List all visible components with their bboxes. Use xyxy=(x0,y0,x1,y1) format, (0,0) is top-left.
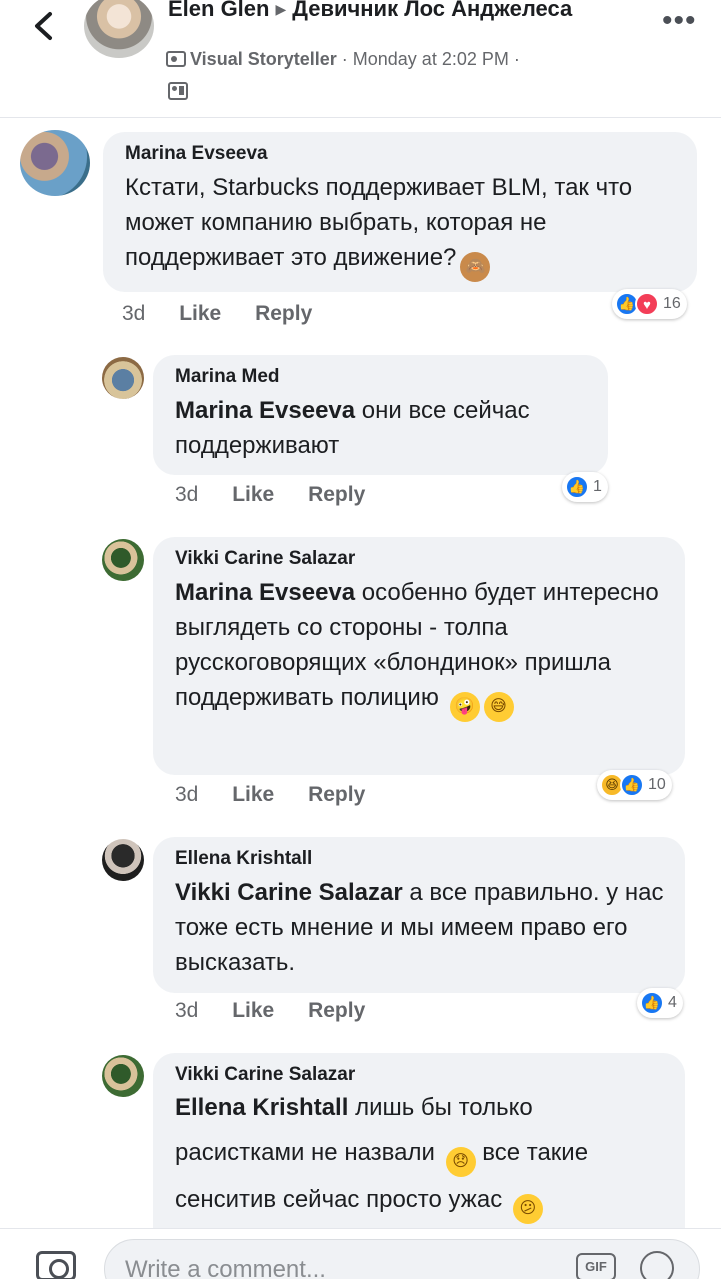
comment-author[interactable]: Ellena Krishtall xyxy=(175,847,665,871)
avatar[interactable] xyxy=(102,539,144,581)
avatar[interactable] xyxy=(102,1055,144,1097)
comment-actions: 3d Like Reply xyxy=(175,483,393,507)
author-avatar[interactable] xyxy=(84,0,154,58)
see-no-evil-monkey-icon: 🙈 xyxy=(460,252,491,282)
reaction-summary[interactable]: 👍 1 xyxy=(562,472,608,502)
comment-time[interactable]: 3d xyxy=(175,483,198,506)
reaction-summary[interactable]: 😆 👍 10 xyxy=(597,770,672,800)
more-options-icon[interactable]: ••• xyxy=(662,6,697,36)
comment-author[interactable]: Vikki Carine Salazar xyxy=(175,547,665,571)
grinning-sweat-icon: 😅 xyxy=(483,692,514,722)
avatar[interactable] xyxy=(20,130,90,196)
comment-bubble: Ellena Krishtall Vikki Carine Salazar а … xyxy=(153,837,685,993)
group-name[interactable]: Девичник Лос Анджелеса xyxy=(292,0,572,21)
avatar[interactable] xyxy=(102,357,144,399)
comment-bubble: Marina Med Marina Evseeva они все сейчас… xyxy=(153,355,608,475)
comment-author[interactable]: Marina Evseeva xyxy=(125,142,677,166)
disappointed-face-icon: 😞 xyxy=(445,1147,476,1177)
triangle-arrow-icon: ▶ xyxy=(275,1,287,17)
back-arrow-icon[interactable] xyxy=(28,8,58,44)
comment-text: Marina Evseeva они все сейчас поддержива… xyxy=(175,393,588,463)
zany-face-icon: 🤪 xyxy=(449,692,480,722)
comment-input-placeholder: Write a comment... xyxy=(125,1256,326,1279)
mention-link[interactable]: Marina Evseeva xyxy=(175,397,355,424)
like-button[interactable]: Like xyxy=(232,999,274,1022)
emoji-icon[interactable] xyxy=(640,1251,674,1279)
comment-actions: 3d Like Reply xyxy=(122,302,340,326)
confused-face-icon: 😕 xyxy=(512,1194,543,1224)
reply-button[interactable]: Reply xyxy=(308,783,365,806)
like-button[interactable]: Like xyxy=(232,783,274,806)
mention-link[interactable]: Vikki Carine Salazar xyxy=(175,879,403,906)
reaction-summary[interactable]: 👍 ♥ 16 xyxy=(612,289,687,319)
post-time[interactable]: Monday at 2:02 PM xyxy=(353,49,509,69)
comment-time[interactable]: 3d xyxy=(175,999,198,1022)
comment-time[interactable]: 3d xyxy=(175,783,198,806)
camera-icon[interactable] xyxy=(36,1251,76,1279)
mention-link[interactable]: Ellena Krishtall xyxy=(175,1094,348,1121)
like-reaction-icon: 👍 xyxy=(565,475,589,499)
comment-bubble: Marina Evseeva Кстати, Starbucks поддерж… xyxy=(103,132,697,292)
visual-storyteller-icon xyxy=(166,51,186,67)
comment-bubble: Vikki Carine Salazar Marina Evseeva особ… xyxy=(153,537,685,775)
comment-text: Marina Evseeva особенно будет интересно … xyxy=(175,575,665,722)
reaction-count: 1 xyxy=(593,478,602,495)
avatar[interactable] xyxy=(102,839,144,881)
reply-button[interactable]: Reply xyxy=(308,999,365,1022)
comment-body: Кстати, Starbucks поддерживает BLM, так … xyxy=(125,174,633,271)
meta-separator: · xyxy=(341,49,348,69)
comment-actions: 3d Like Reply xyxy=(175,999,393,1023)
comment-time[interactable]: 3d xyxy=(122,302,145,325)
mention-link[interactable]: Marina Evseeva xyxy=(175,579,355,606)
post-author[interactable]: Elen Glen xyxy=(168,0,269,21)
comment-author[interactable]: Vikki Carine Salazar xyxy=(175,1063,665,1087)
group-privacy-icon xyxy=(168,82,188,100)
comment-bubble: Vikki Carine Salazar Ellena Krishtall ли… xyxy=(153,1053,685,1228)
reply-button[interactable]: Reply xyxy=(255,302,312,325)
comment-text: Кстати, Starbucks поддерживает BLM, так … xyxy=(125,170,677,282)
post-header: Elen Glen ▶ Девичник Лос Анджелеса Visual … xyxy=(0,0,721,118)
meta-separator: · xyxy=(513,49,520,69)
like-button[interactable]: Like xyxy=(179,302,221,325)
post-title: Elen Glen ▶ Девичник Лос Анджелеса xyxy=(168,0,638,24)
reaction-count: 4 xyxy=(668,994,677,1011)
reaction-summary[interactable]: 👍 4 xyxy=(637,988,683,1018)
gif-icon[interactable]: GIF xyxy=(576,1253,616,1279)
like-reaction-icon: 👍 xyxy=(620,773,644,797)
comment-text: Ellena Krishtall лишь бы только расистка… xyxy=(175,1085,665,1224)
love-reaction-icon: ♥ xyxy=(635,292,659,316)
comment-composer: Write a comment... GIF xyxy=(0,1228,721,1279)
like-reaction-icon: 👍 xyxy=(640,991,664,1015)
comment-author[interactable]: Marina Med xyxy=(175,365,588,389)
reaction-count: 10 xyxy=(648,776,666,793)
reaction-count: 16 xyxy=(663,295,681,312)
badge-label[interactable]: Visual Storyteller xyxy=(190,49,337,69)
post-meta: Visual Storyteller · Monday at 2:02 PM · xyxy=(166,49,520,70)
comment-actions: 3d Like Reply xyxy=(175,783,393,807)
comment-text: Vikki Carine Salazar а все правильно. у … xyxy=(175,875,665,980)
like-button[interactable]: Like xyxy=(232,483,274,506)
reply-button[interactable]: Reply xyxy=(308,483,365,506)
